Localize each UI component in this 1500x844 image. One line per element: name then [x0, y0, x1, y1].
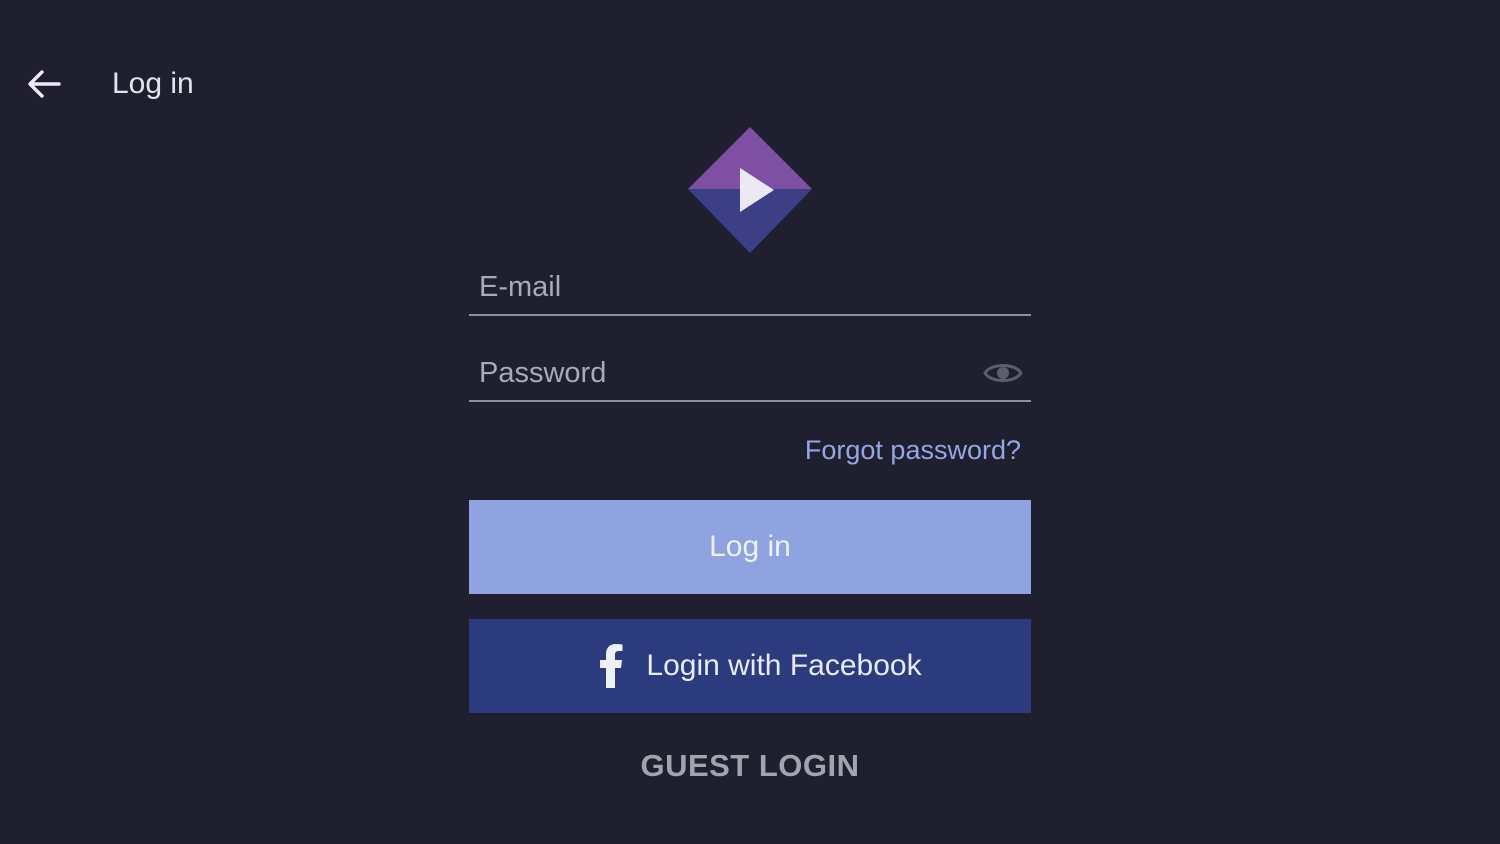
facebook-button-label: Login with Facebook — [646, 649, 922, 682]
email-input[interactable] — [469, 262, 979, 312]
page-title: Log in — [112, 67, 194, 100]
login-button[interactable]: Log in — [469, 500, 1031, 594]
login-button-label: Log in — [709, 530, 791, 563]
forgot-password-link[interactable]: Forgot password? — [805, 432, 1021, 468]
show-password-toggle[interactable] — [981, 358, 1025, 388]
play-diamond-logo-icon — [688, 127, 812, 253]
password-input[interactable] — [469, 348, 979, 398]
password-field-container — [469, 348, 1031, 402]
facebook-icon — [598, 644, 624, 688]
facebook-login-button[interactable]: Login with Facebook — [469, 619, 1031, 713]
back-button[interactable] — [22, 62, 66, 106]
guest-login-button[interactable]: GUEST LOGIN — [469, 744, 1031, 788]
arrow-left-icon — [28, 70, 61, 98]
email-field-container — [469, 262, 1031, 316]
app-logo — [686, 126, 814, 254]
eye-icon — [983, 364, 1023, 382]
